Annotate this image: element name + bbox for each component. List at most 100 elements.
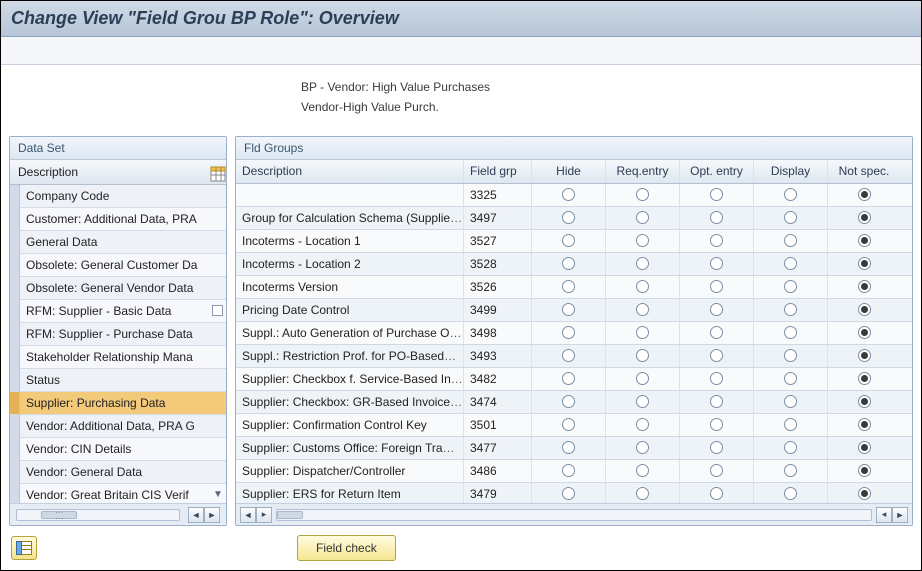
radio-req[interactable] [636, 234, 649, 247]
dataset-row-label[interactable]: Vendor: General Data [20, 465, 226, 479]
radio-notspec[interactable] [858, 326, 871, 339]
row-handle[interactable] [10, 323, 20, 345]
radio-hide[interactable] [562, 326, 575, 339]
dataset-row[interactable]: General Data [10, 231, 226, 254]
radio-req[interactable] [636, 303, 649, 316]
dataset-row-label[interactable]: Obsolete: General Customer Da [20, 258, 226, 272]
radio-opt[interactable] [710, 326, 723, 339]
layout-button[interactable] [11, 536, 37, 560]
col-fieldgrp[interactable]: Field grp [464, 160, 532, 183]
fldgroup-fieldgrp[interactable]: 3493 [464, 345, 532, 367]
dataset-row-checkbox[interactable] [208, 305, 226, 316]
grid-hscroll-thumb[interactable] [277, 511, 303, 519]
dataset-row-label[interactable]: RFM: Supplier - Basic Data [20, 304, 208, 318]
fldgroup-fieldgrp[interactable]: 3498 [464, 322, 532, 344]
dataset-row[interactable]: RFM: Supplier - Basic Data [10, 300, 226, 323]
dataset-row[interactable]: Vendor: General Data [10, 461, 226, 484]
row-handle[interactable] [10, 346, 20, 368]
radio-display[interactable] [784, 280, 797, 293]
radio-display[interactable] [784, 487, 797, 500]
fldgroup-fieldgrp[interactable]: 3477 [464, 437, 532, 459]
dataset-row-label[interactable]: Stakeholder Relationship Mana [20, 350, 226, 364]
row-handle[interactable] [10, 208, 20, 230]
fldgroup-fieldgrp[interactable]: 3497 [464, 207, 532, 229]
radio-req[interactable] [636, 188, 649, 201]
radio-hide[interactable] [562, 303, 575, 316]
table-settings-icon[interactable] [206, 164, 222, 180]
grid-hscroll-last[interactable]: ► [892, 507, 908, 523]
dataset-hscroll-left[interactable]: ◄ [188, 507, 204, 523]
dataset-row[interactable]: Vendor: CIN Details [10, 438, 226, 461]
radio-display[interactable] [784, 326, 797, 339]
dataset-hscroll-track[interactable] [16, 509, 180, 521]
radio-notspec[interactable] [858, 441, 871, 454]
radio-opt[interactable] [710, 418, 723, 431]
dataset-row[interactable]: Stakeholder Relationship Mana [10, 346, 226, 369]
dataset-row-label[interactable]: Vendor: Great Britain CIS Verif [20, 488, 226, 502]
radio-opt[interactable] [710, 395, 723, 408]
row-handle[interactable] [10, 369, 20, 391]
radio-notspec[interactable] [858, 234, 871, 247]
radio-hide[interactable] [562, 234, 575, 247]
dataset-row-label[interactable]: Customer: Additional Data, PRA [20, 212, 226, 226]
fldgroup-fieldgrp[interactable]: 3479 [464, 483, 532, 503]
radio-req[interactable] [636, 464, 649, 477]
row-handle[interactable] [10, 231, 20, 253]
radio-display[interactable] [784, 211, 797, 224]
radio-display[interactable] [784, 395, 797, 408]
dataset-row[interactable]: Vendor: Additional Data, PRA G [10, 415, 226, 438]
fldgroup-description[interactable]: Supplier: ERS for Return Item [236, 483, 464, 503]
radio-hide[interactable] [562, 464, 575, 477]
radio-notspec[interactable] [858, 303, 871, 316]
fldgroup-fieldgrp[interactable]: 3474 [464, 391, 532, 413]
col-hide[interactable]: Hide [532, 160, 606, 183]
fldgroup-fieldgrp[interactable]: 3482 [464, 368, 532, 390]
radio-req[interactable] [636, 211, 649, 224]
radio-hide[interactable] [562, 487, 575, 500]
dataset-row-label[interactable]: Obsolete: General Vendor Data [20, 281, 226, 295]
radio-notspec[interactable] [858, 487, 871, 500]
radio-hide[interactable] [562, 211, 575, 224]
fldgroup-fieldgrp[interactable]: 3526 [464, 276, 532, 298]
dataset-row[interactable]: RFM: Supplier - Purchase Data [10, 323, 226, 346]
radio-display[interactable] [784, 188, 797, 201]
dataset-row[interactable]: Vendor: Great Britain CIS Verif▼ [10, 484, 226, 503]
row-handle[interactable] [10, 461, 20, 483]
grid-hscroll-next[interactable]: ◂ [876, 507, 892, 523]
radio-opt[interactable] [710, 211, 723, 224]
dataset-row-label[interactable]: Company Code [20, 189, 226, 203]
radio-req[interactable] [636, 487, 649, 500]
dataset-row[interactable]: Customer: Additional Data, PRA [10, 208, 226, 231]
fldgroup-fieldgrp[interactable]: 3527 [464, 230, 532, 252]
radio-display[interactable] [784, 418, 797, 431]
fldgroup-description[interactable]: Suppl.: Auto Generation of Purchase O [236, 322, 464, 344]
radio-hide[interactable] [562, 257, 575, 270]
fldgroup-description[interactable]: Supplier: Checkbox: GR-Based Invoice [236, 391, 464, 413]
fldgroup-fieldgrp[interactable]: 3528 [464, 253, 532, 275]
radio-display[interactable] [784, 464, 797, 477]
row-handle[interactable] [10, 254, 20, 276]
row-handle[interactable] [10, 185, 20, 207]
radio-hide[interactable] [562, 280, 575, 293]
radio-notspec[interactable] [858, 349, 871, 362]
radio-req[interactable] [636, 441, 649, 454]
radio-opt[interactable] [710, 188, 723, 201]
radio-req[interactable] [636, 280, 649, 293]
radio-notspec[interactable] [858, 418, 871, 431]
col-description[interactable]: Description [236, 160, 464, 183]
dataset-row-label[interactable]: General Data [20, 235, 226, 249]
radio-display[interactable] [784, 441, 797, 454]
radio-req[interactable] [636, 395, 649, 408]
radio-notspec[interactable] [858, 280, 871, 293]
radio-hide[interactable] [562, 188, 575, 201]
dataset-row[interactable]: Supplier: Purchasing Data [10, 392, 226, 415]
radio-req[interactable] [636, 257, 649, 270]
radio-req[interactable] [636, 418, 649, 431]
radio-notspec[interactable] [858, 372, 871, 385]
radio-notspec[interactable] [858, 257, 871, 270]
col-reqentry[interactable]: Req.entry [606, 160, 680, 183]
row-handle[interactable] [10, 277, 20, 299]
radio-notspec[interactable] [858, 188, 871, 201]
fldgroup-fieldgrp[interactable]: 3325 [464, 184, 532, 206]
dataset-row-label[interactable]: Supplier: Purchasing Data [20, 396, 226, 410]
